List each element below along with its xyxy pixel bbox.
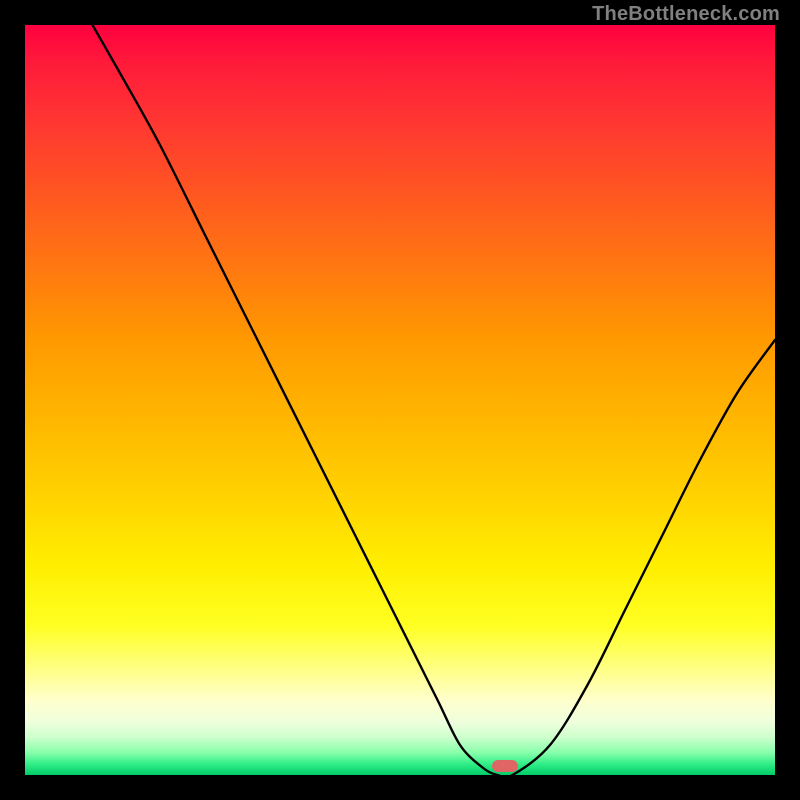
- bottleneck-curve: [25, 25, 775, 775]
- chart-frame: TheBottleneck.com: [0, 0, 800, 800]
- optimum-marker: [492, 760, 518, 772]
- plot-area: [25, 25, 775, 775]
- watermark-text: TheBottleneck.com: [592, 3, 780, 26]
